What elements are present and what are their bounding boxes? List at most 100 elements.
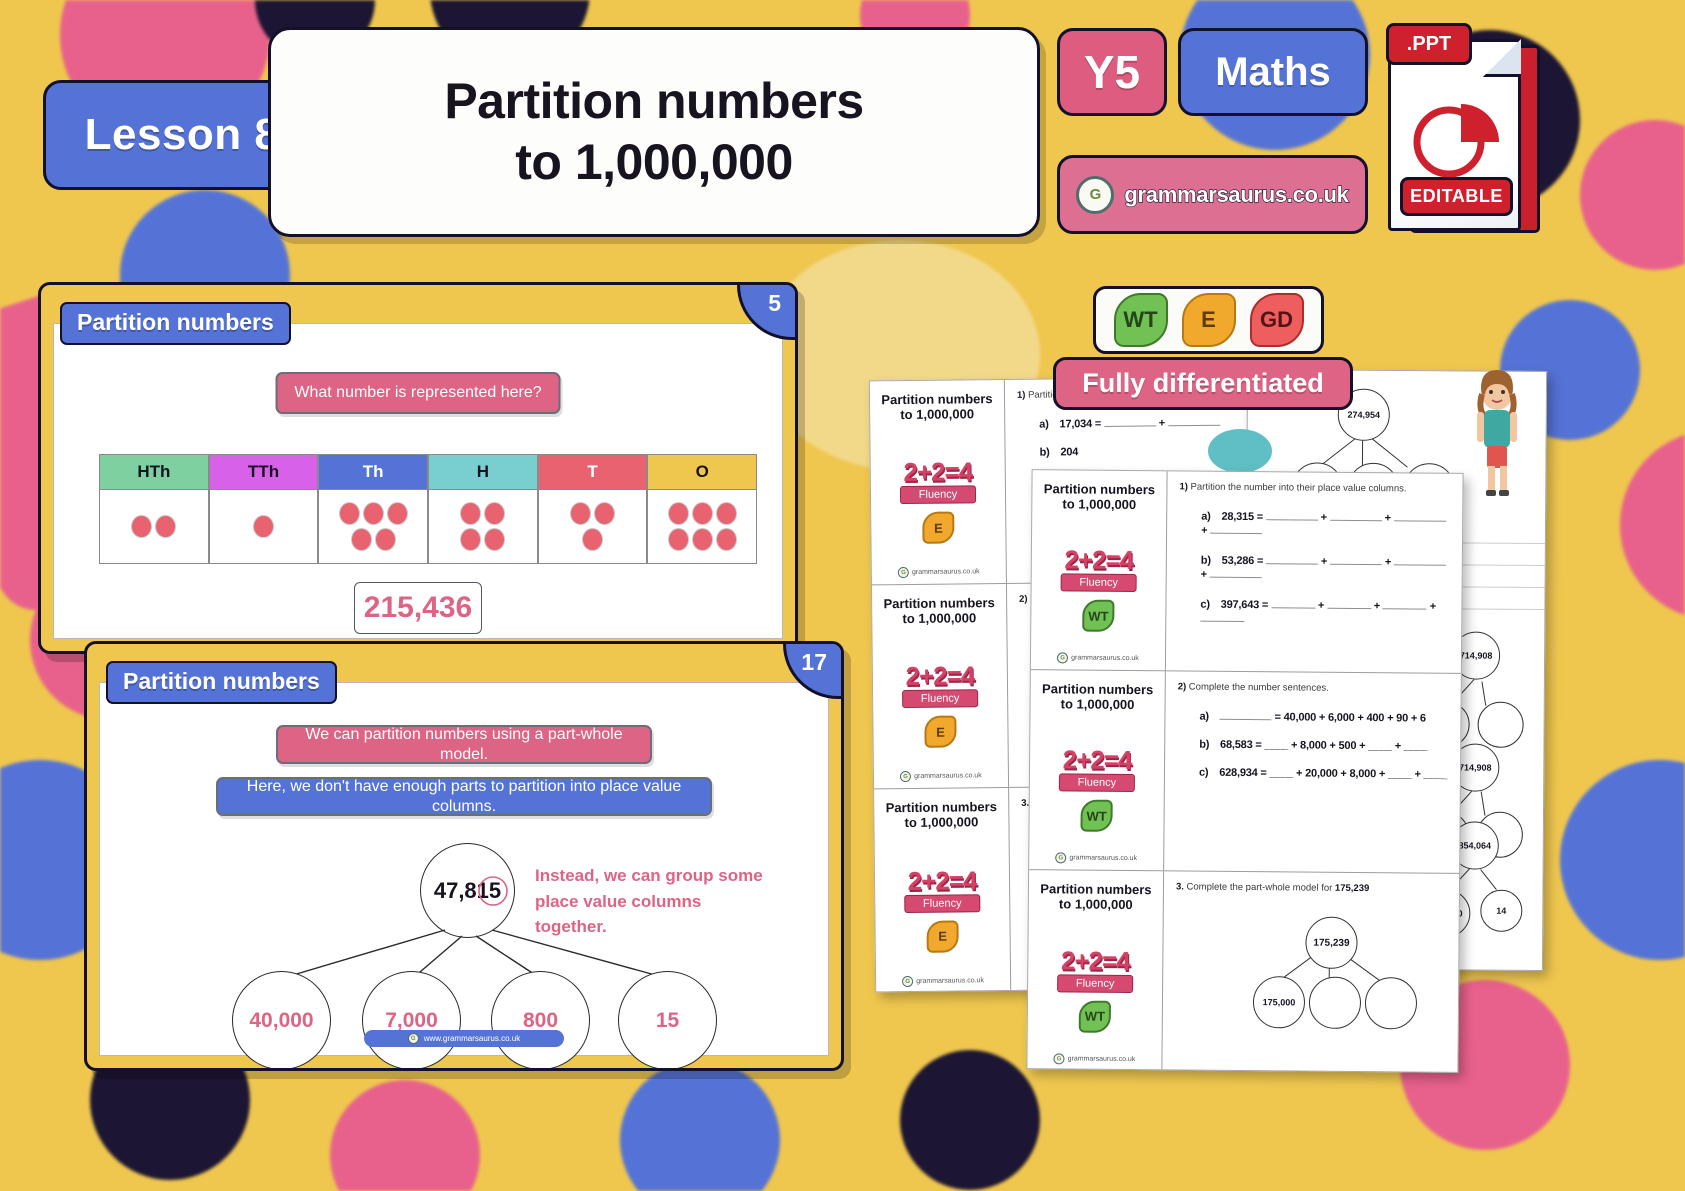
answer-blank[interactable]	[1326, 597, 1372, 610]
answer-blank[interactable]	[1270, 597, 1316, 609]
item-label: a)	[1199, 710, 1209, 723]
fluency-equation: 2+2=4	[903, 456, 973, 488]
part-whole-part-3-value: 800	[522, 1008, 559, 1032]
part-whole-part-4: 15	[618, 971, 717, 1068]
wt-tree-whole-value: 175,239	[1313, 937, 1350, 949]
pv-header-h: H	[428, 454, 538, 490]
pv-column-th: Th	[318, 454, 429, 564]
counter	[338, 502, 360, 525]
ability-coin-e: E	[924, 715, 957, 749]
ppt-file-icon: EDITABLE .PPT	[1386, 23, 1548, 237]
counter	[715, 528, 737, 551]
worksheet-title-line1: Partition numbers	[1040, 881, 1152, 898]
answer-blank[interactable]	[1209, 566, 1262, 579]
lesson-badge-label: Lesson 8	[84, 110, 280, 159]
item-text: 53,286 =	[1221, 554, 1264, 568]
footer-logo-icon: G	[1057, 652, 1069, 664]
question-item: c) 628,934 = ____ + 20,000 + 8,000 + ___…	[1199, 767, 1448, 781]
answer-blank[interactable]	[1219, 708, 1272, 721]
item-text: 204	[1060, 446, 1079, 459]
worksheet-footer-label: grammarsaurus.co.uk	[1067, 1055, 1136, 1064]
part-whole-whole-value: 47,815	[433, 877, 502, 903]
pv-column-o: O	[647, 454, 758, 564]
ability-coin-e-label: E	[938, 928, 948, 945]
counter	[691, 502, 713, 525]
question-number: 2)	[1177, 681, 1187, 693]
slide-17-blue-text: Here, we don't have enough parts to part…	[246, 777, 682, 815]
worksheet-questions: 2) Complete the number sentences. a) = 4…	[1164, 671, 1461, 873]
answer-blank[interactable]	[1265, 509, 1318, 521]
answer-blank[interactable]	[1329, 553, 1383, 566]
pv-column-tth: TTh	[208, 454, 319, 564]
worksheet-questions: 1) Partition the number into their place…	[1166, 471, 1463, 673]
footer-logo-icon: G	[1055, 852, 1067, 864]
gd-tree-whole-2-value: 714,908	[1459, 650, 1493, 661]
slide-5-answer-value: 215,436	[363, 591, 473, 624]
question-text: Partition the number into their place va…	[1190, 481, 1407, 495]
question-title: 3. Complete the part-whole model for 175…	[1176, 881, 1447, 894]
fully-differentiated-label: Fully differentiated	[1082, 368, 1324, 398]
answer-blank[interactable]	[1103, 415, 1156, 427]
question-item: a) 28,315 = + + +	[1201, 509, 1450, 539]
pv-cell-tth	[208, 490, 319, 564]
counters-hth	[113, 515, 195, 538]
website-badge[interactable]: G grammarsaurus.co.uk	[1057, 155, 1368, 234]
answer-blank[interactable]	[1393, 554, 1447, 566]
worksheet-sheet-wt[interactable]: Partition numbers to 1,000,000 2+2=4 Flu…	[1026, 469, 1464, 1073]
fluency-badge: 2+2=4 Fluency E	[899, 456, 977, 545]
worksheet-title-line2: to 1,000,000	[1060, 696, 1135, 713]
slide-17-frame: We can partition numbers using a part-wh…	[84, 641, 844, 1071]
item-label: c)	[1200, 598, 1210, 611]
item-text: 17,034 =	[1059, 417, 1102, 431]
worksheet-title-line2: to 1,000,000	[1062, 496, 1137, 513]
question-text: Complete the number sentences.	[1188, 681, 1329, 694]
slide-preview-5[interactable]: What number is represented here? HTh TTh	[38, 282, 798, 654]
gd-tree-whole-3-value: 714,908	[1459, 762, 1492, 773]
worksheet-sidebar: Partition numbers to 1,000,000 2+2=4 Flu…	[871, 583, 1010, 789]
fluency-badge: 2+2=4 Fluency WT	[1060, 544, 1137, 633]
answer-blank[interactable]	[1210, 522, 1263, 535]
answer-blank[interactable]	[1393, 510, 1446, 522]
fluency-label: Fluency	[901, 689, 979, 709]
counter	[386, 502, 408, 525]
item-text: 68,583 = ____ + 8,000 + 500 + ____ + ___…	[1220, 738, 1428, 753]
subject-label: Maths	[1215, 49, 1331, 94]
question-number: 1)	[1179, 481, 1188, 493]
question-item: c) 397,643 = + + +	[1200, 597, 1449, 627]
editable-badge: EDITABLE	[1400, 177, 1513, 216]
worksheet-title-line1: Partition numbers	[881, 391, 993, 408]
answer-blank[interactable]	[1200, 610, 1245, 622]
answer-blank[interactable]	[1382, 598, 1427, 610]
editable-label: EDITABLE	[1410, 186, 1503, 206]
counters-th	[332, 502, 414, 551]
ability-coin-e-label: E	[936, 724, 945, 740]
counter	[667, 528, 689, 551]
part-whole-part-1-value: 40,000	[249, 1008, 314, 1032]
question-title: 1) Partition the number into their place…	[1179, 481, 1450, 494]
worksheet-title-line1: Partition numbers	[885, 799, 997, 816]
slide-preview-17[interactable]: We can partition numbers using a part-wh…	[84, 641, 844, 1071]
ability-badge-wt-label: WT	[1123, 307, 1158, 332]
counter	[594, 502, 616, 525]
page-title-line1: Partition numbers	[444, 73, 864, 129]
question-item: a) = 40,000 + 6,000 + 400 + 90 + 6	[1199, 708, 1448, 725]
ppt-file-page: EDITABLE	[1388, 39, 1521, 231]
answer-blank[interactable]	[1266, 553, 1319, 565]
counters-h	[454, 502, 512, 551]
worksheet-title: Partition numbers to 1,000,000	[1040, 881, 1152, 913]
counter	[131, 515, 153, 538]
worksheet-title-line2: to 1,000,000	[900, 406, 975, 423]
year-group-label: Y5	[1083, 46, 1141, 98]
item-text: 628,934 = ____ + 20,000 + 8,000 + ____ +…	[1219, 766, 1448, 781]
answer-blank[interactable]	[1329, 509, 1382, 522]
worksheet-section: Partition numbers to 1,000,000 2+2=4 Flu…	[1029, 670, 1461, 874]
gd-tree-part-2b	[1477, 701, 1524, 748]
item-text: 397,643 =	[1220, 598, 1269, 612]
ability-badge-e: E	[1181, 293, 1236, 347]
fluency-equation: 2+2=4	[1064, 544, 1134, 576]
worksheet-title-line1: Partition numbers	[1043, 481, 1156, 498]
pv-column-h: H	[428, 454, 538, 564]
part-whole-part-2-value: 7,000	[385, 1008, 438, 1032]
slide-17-content: We can partition numbers using a part-wh…	[99, 682, 829, 1068]
wt-tree-whole: 175,239	[1305, 916, 1358, 969]
